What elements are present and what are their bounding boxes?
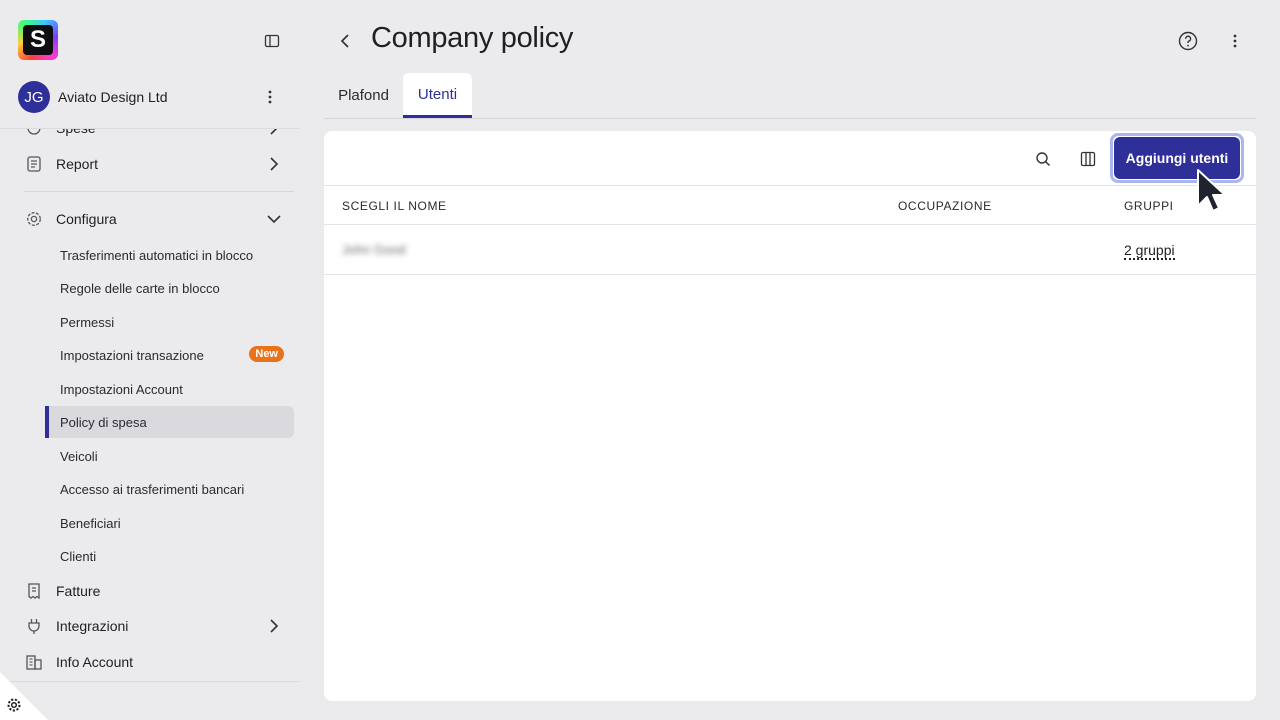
groups-link[interactable]: 2 gruppi (1124, 242, 1175, 260)
app-logo[interactable]: S (18, 20, 58, 60)
sidebar-item-spese[interactable]: Spese (24, 128, 288, 143)
search-icon[interactable] (1033, 149, 1053, 169)
gear-icon (24, 209, 44, 229)
sidebar-item-integrazioni[interactable]: Integrazioni (24, 611, 288, 641)
chevron-right-icon (266, 618, 282, 634)
more-options-icon[interactable] (1226, 31, 1244, 51)
sidebar-item-report[interactable]: Report (24, 149, 288, 179)
mouse-cursor-icon (1192, 166, 1228, 214)
table-toolbar: Aggiungi utenti (324, 131, 1256, 186)
building-icon (24, 652, 44, 672)
sidebar-item-label: Fatture (56, 583, 101, 599)
sidebar-item-label: Configura (56, 211, 117, 227)
sidebar-subitem-permessi[interactable]: Permessi (45, 306, 294, 338)
sidebar-item-label: Spese (56, 128, 96, 136)
column-header-name[interactable]: SCEGLI IL NOME (342, 199, 447, 213)
chevron-down-icon (266, 211, 282, 227)
sidebar-subitem-beneficiari[interactable]: Beneficiari (45, 507, 294, 539)
sidebar-subitem-policy-di-spesa[interactable]: Policy di spesa (45, 406, 294, 438)
sidebar-item-label: Integrazioni (56, 618, 129, 634)
sidebar-item-configura[interactable]: Configura (24, 204, 288, 234)
logo-letter: S (23, 25, 53, 55)
avatar: JG (18, 81, 50, 113)
settings-gear-icon[interactable] (6, 697, 22, 713)
sidebar-subitem-regole-carte[interactable]: Regole delle carte in blocco (45, 272, 294, 304)
collapse-sidebar-icon[interactable] (262, 31, 282, 51)
sidebar-divider (24, 191, 294, 192)
sidebar-item-label: Info Account (56, 654, 134, 670)
tab-bar: Plafond Utenti (324, 73, 1256, 119)
user-name-cell: John Good (342, 242, 406, 257)
column-header-occupation[interactable]: OCCUPAZIONE (898, 199, 992, 213)
table-row[interactable]: John Good 2 gruppi (324, 225, 1256, 275)
table-header: SCEGLI IL NOME OCCUPAZIONE GRUPPI (324, 186, 1256, 225)
sidebar-subitem-clienti[interactable]: Clienti (45, 540, 294, 572)
page-title: Company policy (371, 22, 574, 54)
sidebar-nav[interactable]: Spese Report Configura Trasferimenti aut… (0, 128, 300, 681)
sidebar: S JG Aviato Design Ltd Spese Report Conf… (0, 0, 312, 720)
report-icon (24, 154, 44, 174)
receipt-icon (24, 129, 44, 138)
invoice-icon (24, 581, 44, 601)
chevron-right-icon (266, 156, 282, 172)
sidebar-item-fatture[interactable]: Fatture (24, 576, 288, 606)
sidebar-subitem-impostazioni-transazione[interactable]: Impostazioni transazione New (45, 339, 294, 371)
sidebar-subitem-veicoli[interactable]: Veicoli (45, 440, 294, 472)
plug-icon (24, 616, 44, 636)
sidebar-subitem-impostazioni-account[interactable]: Impostazioni Account (45, 373, 294, 405)
sidebar-item-info-account[interactable]: Info Account (24, 647, 288, 677)
columns-icon[interactable] (1078, 149, 1098, 169)
help-icon[interactable] (1177, 30, 1199, 52)
tab-utenti[interactable]: Utenti (403, 73, 472, 118)
sidebar-subitem-trasferimenti-automatici[interactable]: Trasferimenti automatici in blocco (45, 239, 294, 271)
new-badge: New (249, 346, 284, 362)
chevron-right-icon (266, 129, 282, 136)
sidebar-subitem-label: Impostazioni transazione (60, 347, 204, 363)
org-menu-icon[interactable] (260, 87, 280, 107)
org-switcher[interactable]: JG Aviato Design Ltd (18, 80, 290, 114)
users-card: Aggiungi utenti SCEGLI IL NOME OCCUPAZIO… (324, 131, 1256, 701)
sidebar-subitem-accesso-trasferimenti[interactable]: Accesso ai trasferimenti bancari (45, 473, 294, 505)
column-header-groups[interactable]: GRUPPI (1124, 199, 1174, 213)
tab-plafond[interactable]: Plafond (324, 73, 403, 118)
sidebar-item-label: Report (56, 156, 99, 172)
org-name: Aviato Design Ltd (58, 89, 168, 105)
back-chevron-icon[interactable] (336, 31, 354, 51)
